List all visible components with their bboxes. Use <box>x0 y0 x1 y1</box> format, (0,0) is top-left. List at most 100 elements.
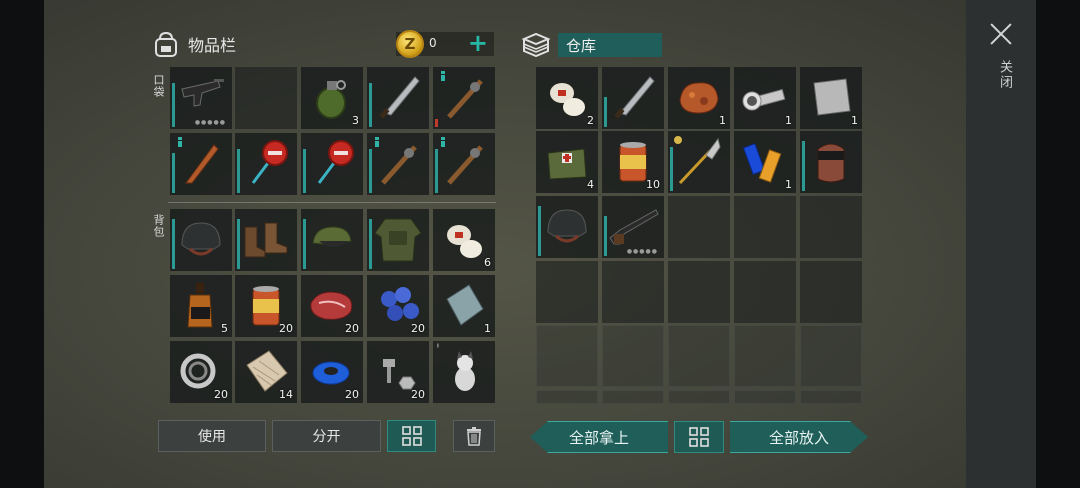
item-quantity: 3 <box>352 114 359 127</box>
metal-plate-icon <box>446 284 484 326</box>
stop-sign-icon <box>317 140 354 184</box>
dagger-icon <box>185 144 219 184</box>
warehouse-slot-locked <box>800 390 862 404</box>
warehouse-slot-locked <box>734 325 796 387</box>
grid-sort-icon <box>689 427 709 447</box>
warehouse-slot-locked <box>668 325 730 387</box>
inventory-slot[interactable] <box>367 209 429 271</box>
item-quantity: 20 <box>345 322 359 335</box>
inventory-slot[interactable] <box>433 67 495 129</box>
boots-icon <box>244 222 288 258</box>
warehouse-slot[interactable]: 1 <box>668 67 730 129</box>
inventory-slot[interactable]: 1 <box>433 275 495 337</box>
inventory-slot[interactable]: 3 <box>301 67 363 129</box>
section-divider <box>168 202 496 203</box>
warehouse-slot-empty[interactable] <box>668 196 730 258</box>
warehouse-slot[interactable]: 1 <box>734 131 796 193</box>
inventory-slot[interactable]: 20 <box>301 275 363 337</box>
inventory-slot[interactable] <box>235 133 297 195</box>
item-quantity: 5 <box>221 322 228 335</box>
inventory-slot[interactable]: ᴵ <box>433 341 495 403</box>
put-all-button[interactable]: 全部放入 <box>730 421 868 453</box>
item-quantity: 20 <box>214 388 228 401</box>
flashlight-icon <box>742 88 786 111</box>
warehouse-slot[interactable] <box>800 131 862 193</box>
machete-icon <box>614 76 655 119</box>
warehouse-slot-empty[interactable] <box>800 196 862 258</box>
item-quantity: 20 <box>411 388 425 401</box>
add-coins-button[interactable]: + <box>468 31 488 55</box>
inventory-slot-empty[interactable] <box>235 67 297 129</box>
grid-sort-icon <box>401 426 422 446</box>
inventory-slot[interactable] <box>301 209 363 271</box>
warehouse-slot[interactable]: 1 <box>800 67 862 129</box>
delete-button[interactable] <box>453 420 495 452</box>
split-button[interactable]: 分开 <box>272 420 381 452</box>
warehouse-slot-empty[interactable] <box>602 261 664 323</box>
item-quantity: 1 <box>719 114 726 127</box>
smg-icon <box>181 79 224 107</box>
warehouse-slot[interactable]: 1 <box>734 67 796 129</box>
inventory-slot[interactable]: ●●●●● <box>170 67 232 129</box>
metal-sheet-icon <box>813 78 851 116</box>
inventory-slot[interactable] <box>301 133 363 195</box>
warehouse-slot[interactable]: 10 <box>602 131 664 193</box>
warehouse-slot[interactable]: 2 <box>536 67 598 129</box>
item-quantity: 2 <box>587 114 594 127</box>
inventory-slot[interactable] <box>367 67 429 129</box>
inventory-slot[interactable] <box>433 133 495 195</box>
warehouse-slot[interactable] <box>668 131 730 193</box>
warehouse-slot[interactable] <box>602 67 664 129</box>
sort-inventory-button[interactable] <box>387 420 436 452</box>
inventory-slot[interactable] <box>367 133 429 195</box>
shotgun-icon <box>609 209 659 245</box>
warehouse-slot-locked <box>536 325 598 387</box>
warehouse-slot-locked <box>602 390 664 404</box>
machete-icon <box>379 76 420 119</box>
take-all-button[interactable]: 全部拿上 <box>530 421 668 453</box>
ore-icon <box>679 82 719 114</box>
warehouse-slot-empty[interactable] <box>800 261 862 323</box>
armor-jacket-icon <box>374 218 422 262</box>
warehouse-slot[interactable]: 4 <box>536 131 598 193</box>
warehouse-slot[interactable] <box>536 196 598 258</box>
item-quantity: 1 <box>785 178 792 191</box>
warehouse-slot-empty[interactable] <box>734 196 796 258</box>
inventory-slot[interactable]: 14 <box>235 341 297 403</box>
helmet-icon <box>181 222 221 256</box>
inventory-slot[interactable]: 6 <box>433 209 495 271</box>
inventory-slot[interactable]: 20 <box>301 341 363 403</box>
coin-balance: Z 0 + <box>396 30 494 58</box>
inventory-slot[interactable]: 5 <box>170 275 232 337</box>
warehouse-header: 仓库 <box>520 30 662 60</box>
use-button[interactable]: 使用 <box>158 420 266 452</box>
inventory-header: 物品栏 <box>152 28 236 60</box>
inventory-slot[interactable] <box>170 209 232 271</box>
inventory-slot[interactable]: 20 <box>235 275 297 337</box>
inventory-slot[interactable]: 20 <box>367 275 429 337</box>
item-quantity: 6 <box>484 256 491 269</box>
warehouse-slot-empty[interactable] <box>668 261 730 323</box>
backpack-label: 背包 <box>152 214 165 238</box>
sort-warehouse-button[interactable] <box>674 421 724 453</box>
inventory-slot[interactable] <box>170 133 232 195</box>
warehouse-slot[interactable]: ●●●●● <box>602 196 664 258</box>
whiskey-icon <box>187 283 213 328</box>
item-quantity: 1 <box>851 114 858 127</box>
durability-dots: ●●●●● <box>194 119 226 126</box>
warehouse-slot-empty[interactable] <box>536 261 598 323</box>
warehouse-slot-empty[interactable] <box>734 261 796 323</box>
item-quantity: 20 <box>411 322 425 335</box>
inventory-slot[interactable]: 20 <box>170 341 232 403</box>
warehouse-slot-locked <box>800 325 862 387</box>
inventory-slot[interactable]: 20 <box>367 341 429 403</box>
item-quantity: 4 <box>587 178 594 191</box>
warehouse-title: 仓库 <box>558 33 662 57</box>
close-label[interactable]: 关闭 <box>988 60 1014 90</box>
trash-icon <box>467 427 481 446</box>
inventory-slot[interactable] <box>235 209 297 271</box>
grenade-icon <box>316 80 346 119</box>
close-icon[interactable] <box>990 22 1012 46</box>
spiked-bat-icon <box>447 79 483 119</box>
item-quantity: 1 <box>484 322 491 335</box>
